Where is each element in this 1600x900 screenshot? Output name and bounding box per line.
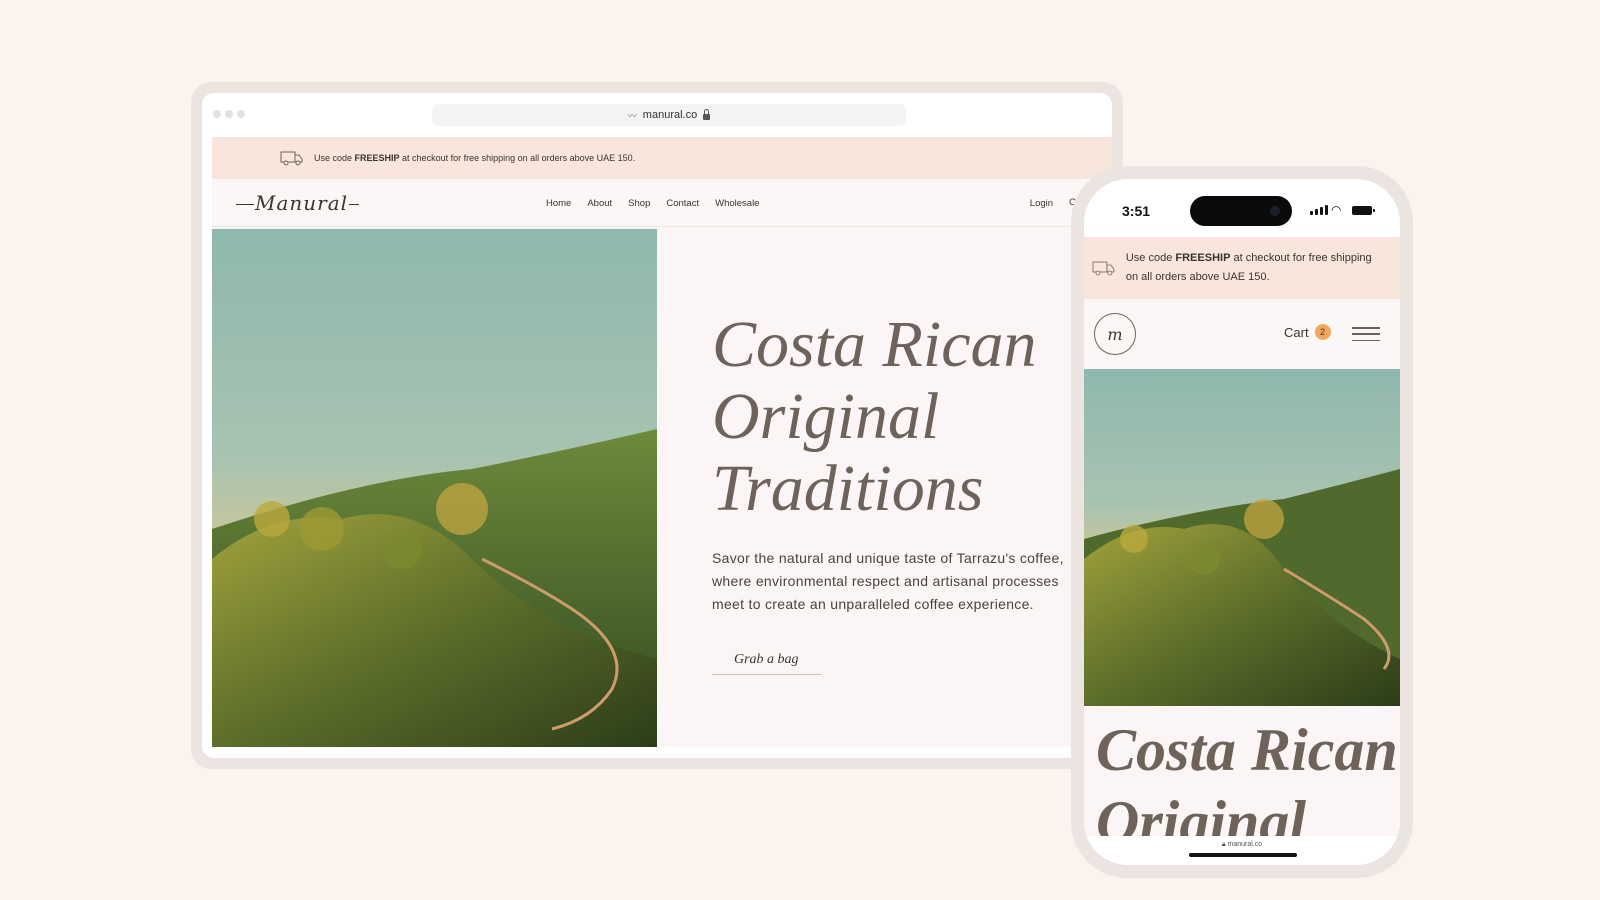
grab-a-bag-button[interactable]: Grab a bag (712, 652, 821, 675)
minimize-dot-icon[interactable] (225, 110, 233, 118)
close-dot-icon[interactable] (213, 110, 221, 118)
main-nav: Home About Shop Contact Wholesale (546, 179, 759, 227)
dynamic-island (1190, 196, 1292, 226)
mobile-hero-title: Costa Rican Original (1096, 717, 1398, 836)
nav-link-about[interactable]: About (587, 198, 612, 209)
site-logo[interactable]: Manural (236, 191, 359, 215)
desktop-browser-window: 〰 manural.co Use code FREESHIP at checko… (202, 93, 1112, 758)
site-header: Manural Home About Shop Contact Wholesal… (212, 179, 1112, 227)
hero-landscape-image (212, 229, 657, 747)
phone-screen: 3:51 ◠ Use code FREESHIP at checkout for… (1084, 179, 1400, 865)
delivery-truck-icon (1092, 261, 1115, 276)
address-bar[interactable]: 〰 manural.co (432, 104, 906, 126)
wifi-icon: ◠ (1331, 203, 1342, 217)
mobile-logo[interactable]: m (1094, 313, 1136, 355)
nav-link-home[interactable]: Home (546, 198, 571, 209)
hero-description: Savor the natural and unique taste of Ta… (712, 550, 1064, 612)
delivery-truck-icon (280, 151, 303, 166)
login-link[interactable]: Login (1030, 198, 1053, 209)
cellular-signal-icon (1310, 205, 1328, 215)
mobile-cart-count-badge: 2 (1314, 324, 1331, 340)
promo-code: FREESHIP (354, 153, 400, 163)
window-controls[interactable] (213, 110, 245, 118)
mobile-header: m Cart 2 (1084, 299, 1400, 369)
mobile-url: manural.co (1227, 841, 1263, 848)
lock-icon (703, 108, 711, 120)
mobile-hero-image (1084, 369, 1400, 706)
mobile-hero-text: Costa Rican Original (1084, 706, 1400, 836)
nav-link-wholesale[interactable]: Wholesale (715, 198, 759, 209)
address-bar-url: manural.co (642, 109, 698, 121)
mobile-promo-code: FREESHIP (1175, 252, 1231, 264)
mobile-promo-banner: Use code FREESHIP at checkout for free s… (1084, 237, 1400, 299)
maximize-dot-icon[interactable] (237, 110, 245, 118)
mobile-cart-link[interactable]: Cart 2 (1284, 324, 1331, 340)
mobile-promo-text: Use code FREESHIP at checkout for free s… (1125, 252, 1372, 283)
desktop-mockup-frame: 〰 manural.co Use code FREESHIP at checko… (191, 82, 1123, 769)
hero-text-block: Costa Rican Original Traditions Savor th… (712, 309, 1092, 675)
hamburger-menu-icon[interactable] (1352, 327, 1380, 341)
promo-text: Use code FREESHIP at checkout for free s… (314, 153, 636, 163)
mobile-lock-icon: 🔒︎ (1221, 841, 1226, 848)
site-favicon-icon: 〰 (627, 110, 637, 121)
hero-title: Costa Rican Original Traditions (712, 308, 1037, 525)
status-time: 3:51 (1122, 203, 1151, 219)
mobile-url-bar[interactable]: 🔒︎ manural.co (1084, 836, 1400, 865)
battery-icon (1352, 206, 1375, 215)
status-bar: 3:51 ◠ (1084, 179, 1400, 237)
nav-link-shop[interactable]: Shop (628, 198, 650, 209)
promo-banner: Use code FREESHIP at checkout for free s… (212, 137, 1112, 179)
desktop-website: Use code FREESHIP at checkout for free s… (212, 137, 1112, 747)
nav-link-contact[interactable]: Contact (666, 198, 699, 209)
home-indicator[interactable] (1189, 853, 1297, 857)
phone-mockup-frame: 3:51 ◠ Use code FREESHIP at checkout for… (1071, 166, 1413, 878)
hero-section: Costa Rican Original Traditions Savor th… (212, 229, 1112, 747)
